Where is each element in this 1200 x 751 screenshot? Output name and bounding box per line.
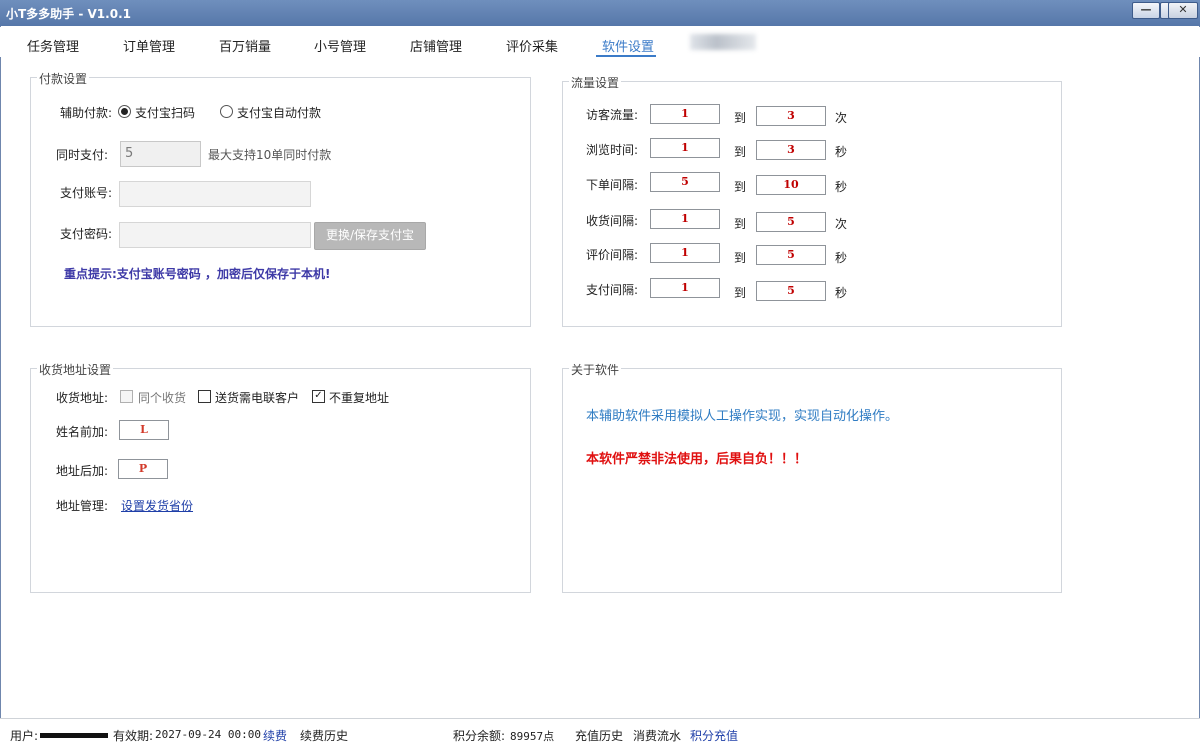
minimize-button[interactable]: — <box>1132 2 1160 19</box>
review-interval-label: 评价间隔: <box>586 248 639 262</box>
minimize-icon: — <box>1140 3 1152 16</box>
order-interval-max[interactable]: 10 <box>756 175 826 195</box>
tab-bar: 任务管理 订单管理 百万销量 小号管理 店铺管理 评价采集 软件设置 <box>0 27 1200 57</box>
browse-time-min[interactable]: 1 <box>650 138 720 158</box>
range-to-label: 到 <box>734 180 747 194</box>
validity-label: 有效期: <box>113 729 154 743</box>
review-interval-min[interactable]: 1 <box>650 243 720 263</box>
about-software-legend: 关于软件 <box>569 361 622 378</box>
payment-settings-legend: 付款设置 <box>37 70 90 87</box>
consume-flow-link[interactable]: 消费流水 <box>633 727 681 744</box>
points-balance-value: 89957点 <box>510 730 555 743</box>
unit-label: 秒 <box>835 286 848 300</box>
range-to-label: 到 <box>734 111 747 125</box>
checkbox-contact-customer[interactable] <box>198 390 211 403</box>
visitor-traffic-max[interactable]: 3 <box>756 106 826 126</box>
tab-million-sales[interactable]: 百万销量 <box>219 36 271 55</box>
recharge-history-link[interactable]: 充值历史 <box>575 727 623 744</box>
unit-label: 秒 <box>835 145 848 159</box>
browse-time-max[interactable]: 3 <box>756 140 826 160</box>
receive-interval-max[interactable]: 5 <box>756 212 826 232</box>
unit-label: 秒 <box>835 180 848 194</box>
traffic-settings-legend: 流量设置 <box>569 74 622 91</box>
pay-account-label: 支付账号: <box>60 186 113 200</box>
receive-interval-label: 收货间隔: <box>586 214 639 228</box>
address-suffix-input[interactable]: P <box>118 459 168 479</box>
about-software-group: 关于软件 <box>562 361 1062 593</box>
pay-password-input[interactable] <box>119 222 311 248</box>
user-label: 用户: <box>10 729 39 743</box>
concurrent-pay-hint: 最大支持10单同时付款 <box>208 148 332 162</box>
review-interval-max[interactable]: 5 <box>756 245 826 265</box>
concurrent-pay-input[interactable]: 5 <box>120 141 201 167</box>
checkbox-no-repeat-address[interactable]: ✓ <box>312 390 325 403</box>
save-alipay-button[interactable]: 更换/保存支付宝 <box>314 222 426 250</box>
radio-alipay-scan[interactable] <box>118 105 131 118</box>
close-icon: ✕ <box>1178 3 1188 16</box>
tab-order-management[interactable]: 订单管理 <box>123 36 175 55</box>
tab-software-settings[interactable]: 软件设置 <box>602 36 654 55</box>
masked-username <box>40 733 108 738</box>
visitor-traffic-min[interactable]: 1 <box>650 104 720 124</box>
order-interval-min[interactable]: 5 <box>650 172 720 192</box>
window-title: 小T多多助手 - V1.0.1 <box>6 7 131 21</box>
address-label: 收货地址: <box>56 391 109 405</box>
active-tab-indicator <box>596 55 656 57</box>
range-to-label: 到 <box>734 286 747 300</box>
receive-interval-min[interactable]: 1 <box>650 209 720 229</box>
radio-selected-dot <box>121 108 128 115</box>
renew-history-link[interactable]: 续费历史 <box>300 727 348 744</box>
concurrent-pay-label: 同时支付: <box>56 148 109 162</box>
range-to-label: 到 <box>734 251 747 265</box>
checkbox-same-address-label[interactable]: 同个收货 <box>138 389 186 406</box>
pay-interval-min[interactable]: 1 <box>650 278 720 298</box>
points-balance-label: 积分余额: <box>453 729 506 743</box>
pay-account-input[interactable] <box>119 181 311 207</box>
range-to-label: 到 <box>734 145 747 159</box>
address-settings-legend: 收货地址设置 <box>37 361 114 378</box>
tab-shop-management[interactable]: 店铺管理 <box>410 36 462 55</box>
pay-password-label: 支付密码: <box>60 227 113 241</box>
validity-value: 2027-09-24 00:00 <box>155 728 261 741</box>
name-prefix-label: 姓名前加: <box>56 425 109 439</box>
about-legal-warning: 本软件严禁非法使用，后果自负！！！ <box>586 452 808 467</box>
range-to-label: 到 <box>734 217 747 231</box>
address-manage-label: 地址管理: <box>56 499 109 513</box>
radio-alipay-auto-label[interactable]: 支付宝自动付款 <box>237 104 321 121</box>
browse-time-label: 浏览时间: <box>586 143 639 157</box>
tab-task-management[interactable]: 任务管理 <box>27 36 79 55</box>
checkbox-same-address[interactable] <box>120 390 133 403</box>
pay-interval-max[interactable]: 5 <box>756 281 826 301</box>
checkbox-no-repeat-address-label[interactable]: 不重复地址 <box>329 389 389 406</box>
tab-account-management[interactable]: 小号管理 <box>314 36 366 55</box>
assist-payment-label: 辅助付款: <box>60 106 113 120</box>
points-recharge-link[interactable]: 积分充值 <box>690 727 738 744</box>
pay-interval-label: 支付间隔: <box>586 283 639 297</box>
payment-warning: 重点提示:支付宝账号密码 ，加密后仅保存于本机! <box>64 267 331 281</box>
unit-label: 次 <box>835 217 848 231</box>
tab-review-collection[interactable]: 评价采集 <box>506 36 558 55</box>
name-prefix-input[interactable]: L <box>119 420 169 440</box>
checkmark-icon: ✓ <box>314 390 323 401</box>
about-description: 本辅助软件采用模拟人工操作实现，实现自动化操作。 <box>586 409 899 424</box>
title-bar: 小T多多助手 - V1.0.1 — □ ✕ <box>0 0 1200 26</box>
close-button[interactable]: ✕ <box>1168 2 1198 19</box>
set-shipping-province-link[interactable]: 设置发货省份 <box>121 497 193 514</box>
address-suffix-label: 地址后加: <box>56 464 109 478</box>
radio-alipay-auto[interactable] <box>220 105 233 118</box>
checkbox-contact-customer-label[interactable]: 送货需电联客户 <box>215 389 299 406</box>
status-bar: 用户: 有效期: 2027-09-24 00:00 续费 续费历史 积分余额: … <box>0 718 1200 751</box>
unit-label: 次 <box>835 111 848 125</box>
blurred-tab[interactable] <box>690 34 756 50</box>
order-interval-label: 下单间隔: <box>586 178 639 192</box>
unit-label: 秒 <box>835 251 848 265</box>
renew-link[interactable]: 续费 <box>263 727 287 744</box>
visitor-traffic-label: 访客流量: <box>586 108 639 122</box>
radio-alipay-scan-label[interactable]: 支付宝扫码 <box>135 104 195 121</box>
